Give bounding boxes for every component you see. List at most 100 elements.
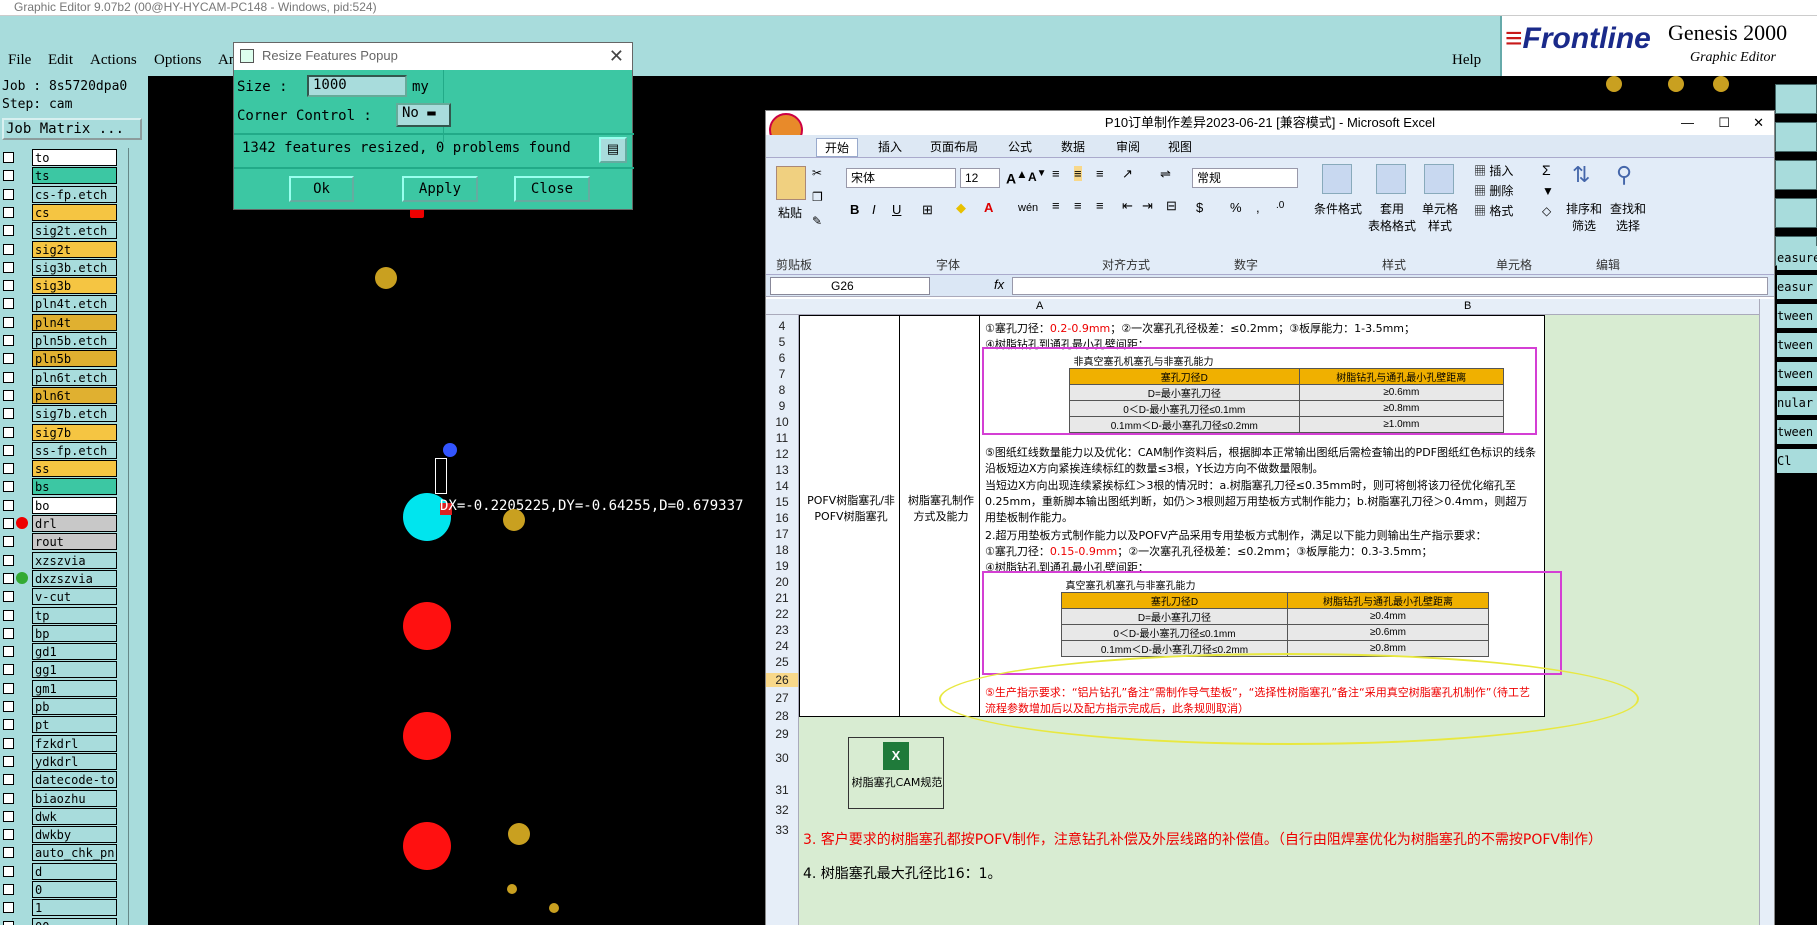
merge-icon[interactable]: ⊟ [1166,198,1177,214]
row-number[interactable]: 6 [766,351,798,365]
layer-name[interactable]: 1 [32,899,117,917]
row-number[interactable]: 32 [766,803,798,817]
layer-checkbox[interactable] [3,225,14,237]
layer-checkbox[interactable] [3,737,14,749]
row-number[interactable]: 28 [766,709,798,723]
insert-cells-button[interactable]: ▦ 插入 [1474,162,1513,179]
increase-decimal-icon[interactable]: .0 [1276,200,1284,211]
layer-name[interactable]: gd1 [32,643,117,661]
row-number[interactable]: 27 [766,691,798,705]
layer-name[interactable]: sig2t.etch [32,222,117,240]
layer-name[interactable]: drl [32,515,117,532]
layer-row[interactable]: cs [0,203,118,222]
close-icon[interactable]: ✕ [1753,111,1764,135]
layer-name[interactable]: bs [32,478,117,496]
row-number[interactable]: 15 [766,495,798,509]
tab-layout[interactable]: 页面布局 [930,138,978,155]
layer-checkbox[interactable] [3,884,14,895]
maximize-icon[interactable]: ☐ [1718,111,1730,135]
layer-row[interactable]: d [0,862,118,881]
layer-row[interactable]: pt [0,715,118,734]
number-format-select[interactable]: 常规 [1192,168,1298,188]
layer-name[interactable]: gm1 [32,679,117,697]
row-number[interactable]: 21 [766,591,798,605]
row-number[interactable]: 17 [766,527,798,541]
layer-checkbox[interactable] [3,810,14,822]
layer-checkbox[interactable] [3,261,14,273]
align-middle-icon[interactable]: ≡ [1074,166,1082,181]
layer-checkbox[interactable] [3,426,14,438]
toolbar-button[interactable] [1775,198,1817,228]
layer-row[interactable]: dwk [0,807,118,826]
layer-row[interactable]: 00 [0,917,118,925]
layer-checkbox[interactable] [3,170,14,182]
layer-name[interactable]: cs [32,203,117,221]
borders-icon[interactable]: ⊞ [922,202,933,218]
layer-row[interactable]: dxzszvia [0,569,118,588]
layer-name[interactable]: pt [32,716,117,734]
layer-checkbox[interactable] [3,554,14,566]
layer-row[interactable]: sig7b [0,423,118,442]
excel-title-bar[interactable]: P10订单制作差异2023-06-21 [兼容模式] - Microsoft E… [766,111,1774,135]
row-number[interactable]: 13 [766,463,798,477]
layer-row[interactable]: pln5b [0,349,118,368]
layer-row[interactable]: ydkdrl [0,752,118,771]
layer-checkbox[interactable] [3,353,14,365]
layer-checkbox[interactable] [3,408,14,420]
layer-row[interactable]: sig7b.etch [0,404,118,423]
format-cells-button[interactable]: ▦ 格式 [1474,202,1513,219]
tab-insert[interactable]: 插入 [878,138,902,155]
layer-name[interactable]: ss [32,460,117,478]
layer-row[interactable]: bs [0,477,118,496]
row-number[interactable]: 25 [766,655,798,669]
tab-view[interactable]: 视图 [1168,138,1192,155]
layer-checkbox[interactable] [3,206,14,218]
font-color-icon[interactable]: A [984,200,993,215]
align-top-icon[interactable]: ≡ [1052,166,1060,181]
italic-icon[interactable]: I [872,202,876,217]
tab-data[interactable]: 数据 [1061,138,1085,155]
layer-row[interactable]: dwkby [0,825,118,844]
layer-row[interactable]: auto_chk_pn. [0,843,118,862]
toolbar-button[interactable] [1775,84,1817,114]
menu-actions[interactable]: Actions [90,52,137,69]
row-number[interactable]: 24 [766,639,798,653]
layer-row[interactable]: v-cut [0,587,118,606]
row-number[interactable]: 4 [766,319,798,333]
layer-checkbox[interactable] [3,572,14,584]
layer-checkbox[interactable] [3,499,14,511]
toolbar-button[interactable] [1775,122,1817,152]
layer-name[interactable]: dwkby [32,826,117,844]
row-number[interactable]: 31 [766,783,798,797]
layer-row[interactable]: drl [0,514,118,533]
layer-name[interactable]: fzkdrl [32,734,117,752]
layer-name[interactable]: pln6t.etch [32,368,117,386]
layer-checkbox[interactable] [3,298,14,310]
layer-checkbox[interactable] [3,389,14,401]
formula-input[interactable] [1012,277,1768,295]
layer-checkbox[interactable] [3,316,14,328]
row-number[interactable]: 12 [766,447,798,461]
layer-checkbox[interactable] [3,792,14,804]
layer-checkbox[interactable] [3,920,14,925]
layer-row[interactable]: bp [0,624,118,643]
layer-name[interactable]: sig3b [32,277,117,295]
layer-scrollbar[interactable] [128,148,142,925]
layer-checkbox[interactable] [3,847,14,859]
row-number[interactable]: 26 [766,673,798,687]
find-select-icon[interactable]: ⚲ [1616,162,1632,188]
layer-name[interactable]: 0 [32,881,117,898]
layer-row[interactable]: sig2t [0,240,118,259]
layer-name[interactable]: d [32,862,117,880]
align-right-icon[interactable]: ≡ [1096,198,1104,213]
row-number[interactable]: 16 [766,511,798,525]
align-center-icon[interactable]: ≡ [1074,198,1082,213]
layer-name[interactable]: pln4t [32,313,117,331]
layer-name[interactable]: sig7b [32,423,117,441]
layer-checkbox[interactable] [3,243,14,255]
layer-name[interactable]: ss-fp.etch [32,441,117,459]
layer-row[interactable]: pln6t.etch [0,368,118,387]
table-format-icon[interactable] [1376,164,1406,194]
copy-icon[interactable]: ❐ [812,190,823,204]
layer-name[interactable]: to [32,149,117,166]
